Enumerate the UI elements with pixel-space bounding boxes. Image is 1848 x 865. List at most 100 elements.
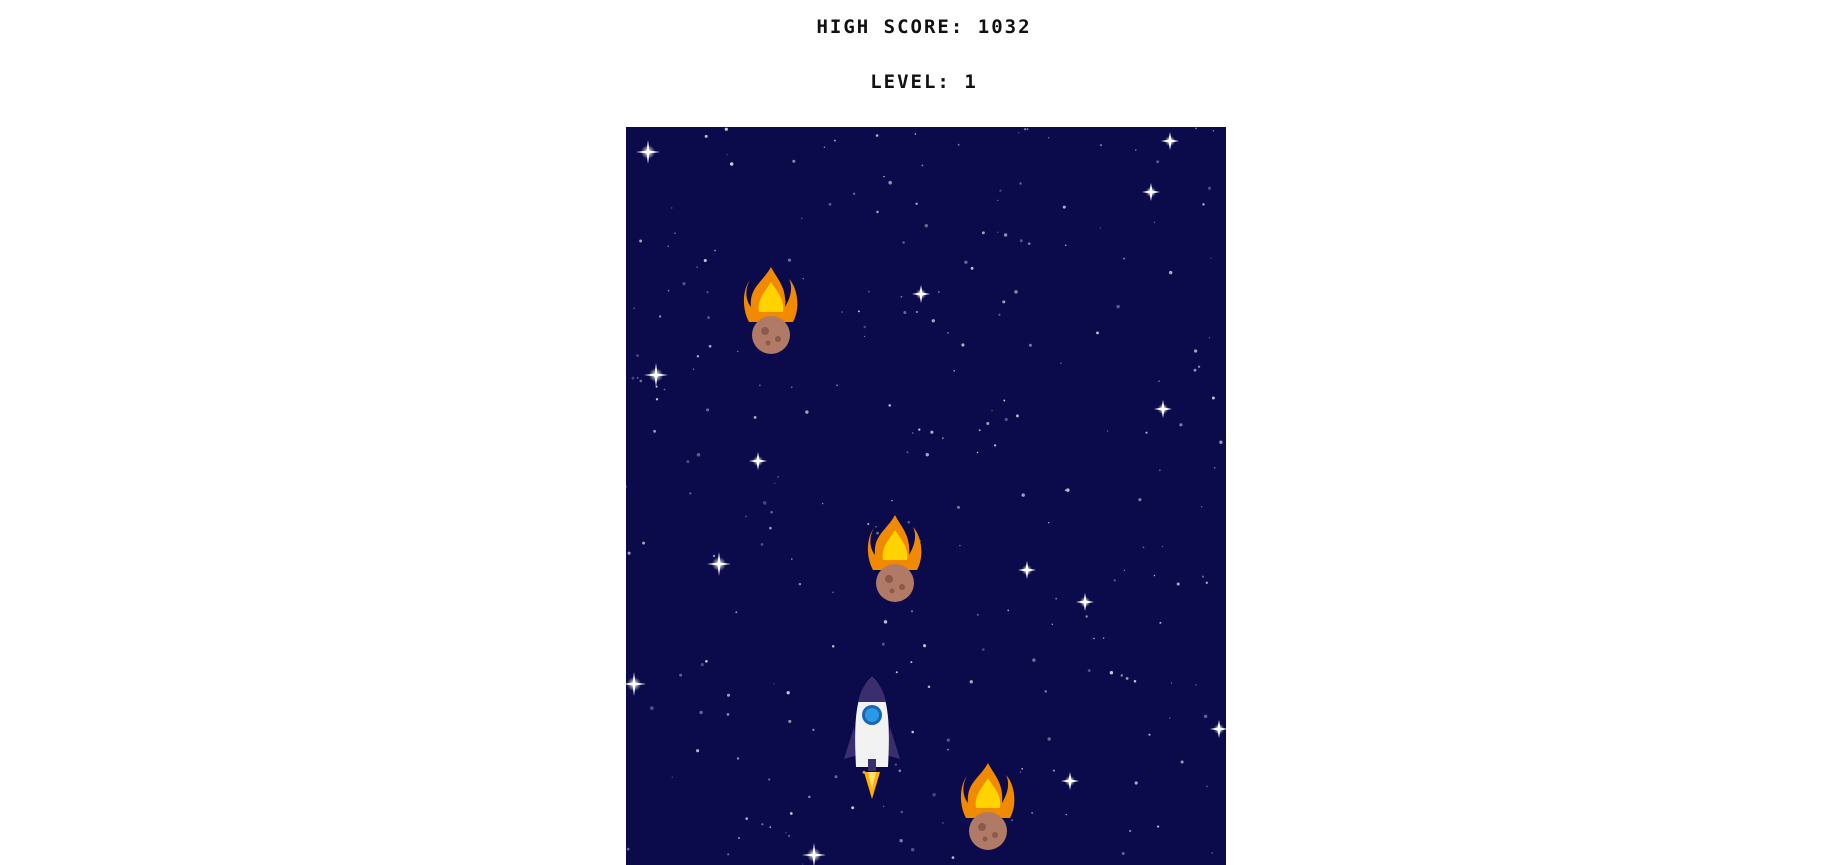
star bbox=[671, 776, 673, 778]
star bbox=[834, 775, 838, 779]
star bbox=[1158, 380, 1160, 383]
star bbox=[1125, 676, 1129, 680]
star bbox=[895, 671, 898, 674]
star bbox=[888, 404, 891, 407]
rocket-ship-icon[interactable] bbox=[844, 677, 900, 799]
star bbox=[1207, 186, 1212, 190]
star bbox=[883, 175, 885, 178]
star bbox=[626, 485, 628, 488]
star bbox=[911, 730, 914, 734]
star bbox=[902, 241, 905, 244]
star bbox=[1021, 767, 1024, 770]
high-score-label: HIGH SCORE: bbox=[816, 16, 965, 38]
star bbox=[774, 482, 776, 485]
star bbox=[956, 505, 961, 509]
star bbox=[1093, 637, 1095, 640]
star bbox=[964, 260, 968, 264]
sparkle-star bbox=[802, 843, 826, 865]
star bbox=[1019, 182, 1022, 185]
star bbox=[906, 451, 909, 454]
bright-stars bbox=[626, 132, 1226, 865]
star bbox=[801, 217, 803, 219]
star bbox=[876, 531, 879, 535]
star bbox=[655, 398, 659, 401]
star bbox=[1212, 130, 1215, 132]
star bbox=[768, 526, 772, 530]
sparkle-star bbox=[644, 363, 668, 387]
star bbox=[931, 319, 935, 323]
star bbox=[753, 415, 757, 419]
star bbox=[1109, 671, 1114, 675]
star bbox=[667, 289, 670, 292]
star bbox=[959, 544, 961, 547]
star bbox=[663, 388, 666, 391]
star bbox=[787, 258, 792, 262]
small-stars bbox=[626, 127, 1223, 865]
star bbox=[867, 290, 870, 293]
star bbox=[1019, 771, 1022, 773]
star bbox=[696, 749, 700, 753]
star bbox=[1099, 143, 1103, 147]
star bbox=[1123, 569, 1126, 572]
star bbox=[1102, 637, 1105, 639]
star bbox=[932, 793, 936, 797]
star bbox=[658, 315, 662, 318]
sparkle-star bbox=[1142, 183, 1160, 201]
flaming-asteroid-icon bbox=[960, 763, 1015, 850]
star bbox=[903, 310, 907, 315]
star bbox=[823, 146, 826, 148]
star bbox=[1085, 615, 1088, 618]
star bbox=[636, 377, 639, 379]
star bbox=[883, 620, 888, 624]
star bbox=[1052, 769, 1055, 772]
star bbox=[736, 757, 740, 760]
star bbox=[674, 232, 676, 234]
star bbox=[1032, 658, 1036, 662]
star bbox=[1129, 829, 1132, 833]
star bbox=[1116, 304, 1120, 309]
star bbox=[910, 661, 913, 664]
star bbox=[822, 502, 824, 505]
game-canvas[interactable] bbox=[626, 127, 1226, 865]
star bbox=[1202, 203, 1205, 206]
star bbox=[1205, 581, 1208, 584]
star bbox=[832, 591, 834, 594]
star bbox=[1195, 684, 1197, 686]
star bbox=[1193, 349, 1198, 353]
star bbox=[1047, 737, 1051, 741]
star bbox=[1007, 609, 1010, 612]
sparkle-star bbox=[636, 140, 660, 164]
star bbox=[785, 832, 787, 834]
star bbox=[1157, 825, 1160, 828]
star bbox=[1047, 137, 1050, 139]
star bbox=[881, 642, 885, 646]
star bbox=[925, 453, 929, 457]
star bbox=[788, 719, 792, 723]
star bbox=[953, 370, 955, 372]
star bbox=[1142, 546, 1145, 549]
star bbox=[911, 848, 915, 852]
star bbox=[1211, 396, 1215, 400]
star bbox=[1214, 467, 1216, 469]
star bbox=[1003, 233, 1008, 237]
star bbox=[1134, 781, 1138, 785]
star bbox=[707, 316, 710, 320]
star bbox=[737, 350, 739, 353]
star bbox=[639, 379, 643, 383]
star bbox=[1176, 582, 1180, 586]
star bbox=[924, 224, 928, 228]
star bbox=[1026, 128, 1029, 130]
star bbox=[735, 611, 738, 614]
star bbox=[745, 515, 748, 518]
star bbox=[726, 693, 731, 697]
star bbox=[792, 159, 796, 163]
star bbox=[1202, 575, 1204, 578]
star bbox=[1145, 431, 1148, 434]
star bbox=[1096, 331, 1099, 335]
star bbox=[1044, 690, 1047, 693]
star bbox=[1060, 362, 1062, 364]
star bbox=[696, 355, 700, 358]
star bbox=[997, 199, 999, 202]
star bbox=[1028, 343, 1032, 347]
star bbox=[1210, 257, 1212, 259]
